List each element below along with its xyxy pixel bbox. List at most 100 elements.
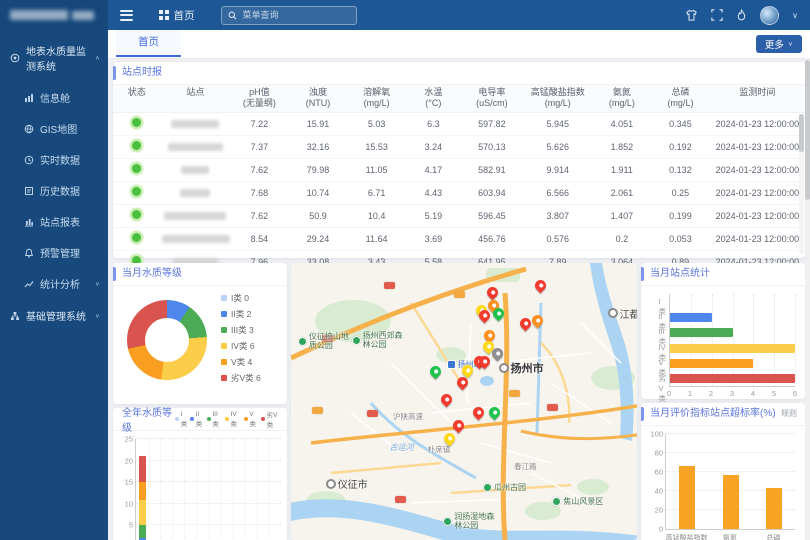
status-dot-normal bbox=[132, 118, 141, 127]
station-name-redacted bbox=[164, 212, 226, 220]
time-cell: 2024-01-23 12:00:00 bbox=[710, 135, 805, 158]
table-scrollbar[interactable] bbox=[799, 114, 804, 254]
value-cell: 456.76 bbox=[461, 227, 523, 250]
legend-swatch bbox=[261, 417, 265, 421]
sidebar-group-label: 地表水质量监测系统 bbox=[26, 43, 89, 73]
hamburger-menu-icon[interactable] bbox=[108, 10, 145, 21]
value-cell: 1.852 bbox=[593, 135, 652, 158]
sidebar-item[interactable]: 实时数据 bbox=[0, 144, 108, 175]
legend-item[interactable]: I类 0 bbox=[221, 292, 261, 304]
gis-map-icon bbox=[24, 124, 34, 134]
column-header: 监测时间 bbox=[710, 85, 805, 112]
tab-home[interactable]: 首页 bbox=[116, 30, 181, 57]
value-cell: 596.45 bbox=[461, 204, 523, 227]
station-marker-orange[interactable] bbox=[530, 313, 546, 329]
legend-label: II类 2 bbox=[231, 308, 251, 320]
station-marker-red[interactable] bbox=[533, 278, 549, 294]
sidebar-item[interactable]: 历史数据 bbox=[0, 175, 108, 206]
legend-swatch bbox=[225, 417, 229, 421]
sidebar-item[interactable]: 站点报表 bbox=[0, 206, 108, 237]
map-poi-label: 古运河 bbox=[390, 442, 414, 453]
legend-item[interactable]: 劣V类 6 bbox=[221, 372, 261, 384]
station-marker-red[interactable] bbox=[471, 405, 487, 421]
sidebar-item[interactable]: 预警管理 bbox=[0, 237, 108, 268]
sidebar-group-1[interactable]: 基础管理系统∨ bbox=[0, 299, 108, 332]
panel-title: 当月水质等级 bbox=[113, 263, 287, 286]
road-badge bbox=[367, 410, 378, 417]
legend-swatch bbox=[190, 417, 194, 421]
sidebar-item[interactable]: 统计分析∨ bbox=[0, 268, 108, 299]
table-scrollbar-thumb[interactable] bbox=[799, 114, 804, 152]
legend-item[interactable]: IV类 6 bbox=[221, 340, 261, 352]
base-system-icon bbox=[10, 311, 20, 321]
status-cell bbox=[113, 204, 161, 227]
sidebar-item[interactable]: 信息舱 bbox=[0, 82, 108, 113]
column-header: 氨氮(mg/L) bbox=[593, 85, 652, 112]
legend-item[interactable]: I类 bbox=[175, 409, 187, 429]
caret-down-icon[interactable]: ∨ bbox=[792, 11, 798, 20]
status-cell bbox=[113, 135, 161, 158]
flame-icon[interactable] bbox=[736, 9, 747, 22]
legend-item[interactable]: IV类 bbox=[225, 409, 241, 429]
table-row: 7.6250.910.45.19596.453.8071.4070.199202… bbox=[113, 204, 805, 227]
station-cell bbox=[161, 158, 231, 181]
road-badge bbox=[509, 390, 520, 397]
sidebar-group-0[interactable]: 地表水质量监测系统∧ bbox=[0, 34, 108, 82]
value-cell: 570.13 bbox=[461, 135, 523, 158]
station-poi-icon bbox=[447, 360, 456, 369]
park-poi-icon bbox=[552, 497, 561, 506]
gis-map[interactable]: 扬州市江都区仪征市扬州西郊森林公园仪征捺山地质公园扬州站瓜州古园焦山风景区润扬湿… bbox=[291, 263, 637, 540]
station-marker-red[interactable] bbox=[439, 392, 455, 408]
time-cell: 2024-01-23 12:00:00 bbox=[710, 112, 805, 135]
map-poi-label: 沪陕高速 bbox=[393, 411, 423, 422]
more-button[interactable]: 更多∨ bbox=[756, 35, 802, 53]
legend-item[interactable]: 劣V类 bbox=[261, 409, 281, 429]
legend-swatch bbox=[221, 343, 227, 349]
value-cell: 4.051 bbox=[593, 112, 652, 135]
h-bar bbox=[670, 359, 753, 368]
page-scrollbar[interactable] bbox=[805, 58, 810, 540]
user-avatar[interactable] bbox=[760, 6, 779, 25]
gridline bbox=[148, 439, 149, 540]
sidebar-item-label: 历史数据 bbox=[40, 183, 80, 198]
column-header: 状态 bbox=[113, 85, 161, 112]
value-cell: 5.19 bbox=[406, 204, 461, 227]
map-overlay: 扬州市江都区仪征市扬州西郊森林公园仪征捺山地质公园扬州站瓜州古园焦山风景区润扬湿… bbox=[291, 263, 637, 540]
value-cell: 582.91 bbox=[461, 158, 523, 181]
exceedance-x-axis: 高锰酸盐指数氨氮总磷 bbox=[665, 533, 795, 540]
menu-search[interactable] bbox=[221, 6, 357, 25]
search-input[interactable] bbox=[241, 9, 350, 21]
gridline bbox=[221, 439, 222, 540]
value-cell: 7.62 bbox=[230, 204, 289, 227]
gridline bbox=[666, 452, 795, 453]
station-marker-red[interactable] bbox=[451, 418, 467, 434]
gridline bbox=[184, 439, 185, 540]
legend-item[interactable]: III类 3 bbox=[221, 324, 261, 336]
sidebar-group-label: 基础管理系统 bbox=[26, 308, 86, 323]
breadcrumb[interactable]: 首页 bbox=[159, 8, 195, 23]
bar-segment bbox=[139, 525, 146, 538]
page-scrollbar-thumb[interactable] bbox=[805, 60, 810, 200]
stats-icon bbox=[24, 279, 34, 289]
station-marker-green[interactable] bbox=[487, 405, 503, 421]
rules-link[interactable]: 规则 bbox=[781, 403, 797, 425]
legend-item[interactable]: II类 2 bbox=[221, 308, 261, 320]
legend-item[interactable]: V类 4 bbox=[221, 356, 261, 368]
station-marker-red[interactable] bbox=[484, 285, 500, 301]
fullscreen-icon[interactable] bbox=[711, 9, 723, 21]
legend-label: 劣V类 bbox=[267, 409, 281, 429]
sidebar-item[interactable]: GIS地图 bbox=[0, 113, 108, 144]
legend-item[interactable]: V类 bbox=[244, 409, 258, 429]
y-tick-label: 80 bbox=[655, 449, 663, 458]
value-cell: 7.37 bbox=[230, 135, 289, 158]
status-dot-normal bbox=[132, 210, 141, 219]
legend-item[interactable]: II类 bbox=[190, 409, 204, 429]
theme-skin-icon[interactable] bbox=[685, 9, 698, 22]
table-row: 7.6810.746.714.43603.946.5662.0610.25202… bbox=[113, 181, 805, 204]
value-cell: 6.566 bbox=[523, 181, 593, 204]
value-cell: 7.62 bbox=[230, 158, 289, 181]
x-tick-label: 1 bbox=[688, 389, 692, 398]
station-marker-green[interactable] bbox=[428, 364, 444, 380]
table-row: 7.3732.1615.533.24570.135.6261.8520.1922… bbox=[113, 135, 805, 158]
legend-item[interactable]: III类 bbox=[207, 409, 222, 429]
